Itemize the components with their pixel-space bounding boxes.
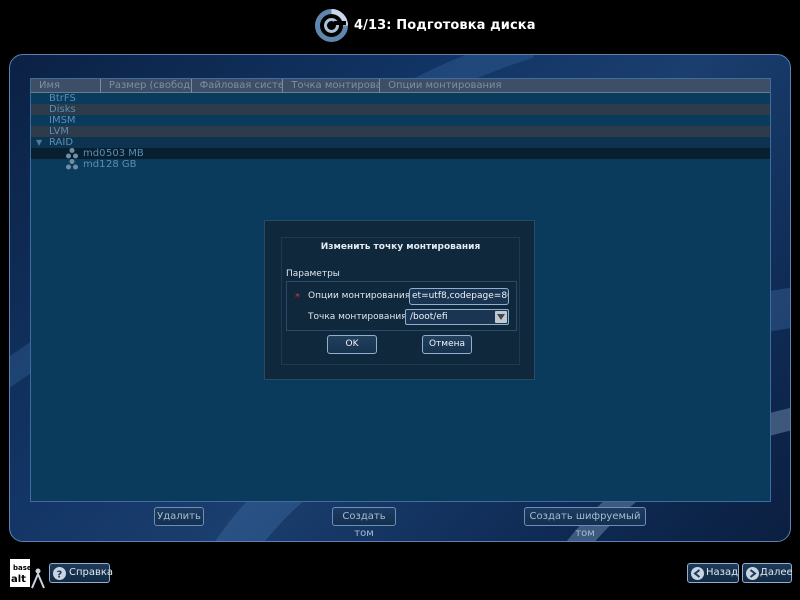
help-button[interactable]: ? Справка [49, 563, 113, 583]
tree-row-disks[interactable]: Disks [31, 104, 770, 115]
mount-point-dialog: Изменить точку монтирования Параметры * … [264, 220, 535, 380]
svg-text:?: ? [57, 570, 63, 581]
mount-options-input[interactable]: et=utf8,codepage=866 [409, 288, 509, 305]
header: 4/13: Подготовка диска [0, 0, 800, 52]
tree-row-md0[interactable]: md0 503 MB [31, 148, 770, 159]
arrow-right-icon [746, 567, 759, 580]
tree-row-lvm[interactable]: LVM [31, 126, 770, 137]
ok-button[interactable]: OK [327, 335, 377, 354]
parameters-section-label: Параметры [286, 269, 340, 279]
create-encrypted-volume-button[interactable]: Создать шифруемый том [524, 507, 646, 539]
back-button[interactable]: Назад [687, 563, 739, 583]
next-button[interactable]: Далее [742, 563, 793, 583]
step-ring-icon [315, 9, 348, 42]
tree-row-btrfs[interactable]: BtrFS [31, 93, 770, 104]
installer-window: 4/13: Подготовка диска Имя Размер (свобо… [0, 0, 800, 600]
dropdown-arrow-icon[interactable] [495, 311, 507, 323]
expand-arrow-icon[interactable]: ▼ [36, 137, 42, 148]
svg-text:alt: alt [11, 574, 26, 585]
column-name[interactable]: Имя [31, 79, 101, 92]
column-mount-options[interactable]: Опции монтирования [380, 79, 770, 92]
raid-volume-icon [66, 148, 78, 159]
column-mount-point[interactable]: Точка монтирования [283, 79, 381, 92]
tree-row-raid[interactable]: ▼ RAID [31, 137, 770, 148]
cancel-button[interactable]: Отмена [422, 335, 472, 354]
column-size[interactable]: Размер (свободно) [101, 79, 192, 92]
create-volume-button[interactable]: Создать том [332, 507, 396, 539]
tree-row-md1[interactable]: md1 28 GB [31, 159, 770, 170]
column-filesystem[interactable]: Файловая система [192, 79, 284, 92]
tree-row-imsm[interactable]: IMSM [31, 115, 770, 126]
delete-button[interactable]: Удалить [154, 507, 204, 526]
arrow-left-icon [691, 567, 704, 580]
required-mark: * [295, 292, 300, 303]
mount-options-label: Опции монтирования [308, 291, 411, 301]
basealt-logo: base alt [8, 558, 46, 590]
svg-text:base: base [13, 564, 32, 572]
mount-point-combobox[interactable]: /boot/efi [405, 309, 509, 325]
basealt-logo-icon: base alt [10, 559, 45, 589]
raid-volume-icon [66, 159, 78, 170]
tree-header: Имя Размер (свободно) Файловая система Т… [31, 79, 770, 93]
help-icon: ? [53, 567, 66, 581]
mount-point-label: Точка монтирования [308, 312, 407, 322]
dialog-title: Изменить точку монтирования [320, 242, 481, 252]
mount-point-value: /boot/efi [410, 312, 448, 322]
step-title: 4/13: Подготовка диска [354, 18, 536, 33]
